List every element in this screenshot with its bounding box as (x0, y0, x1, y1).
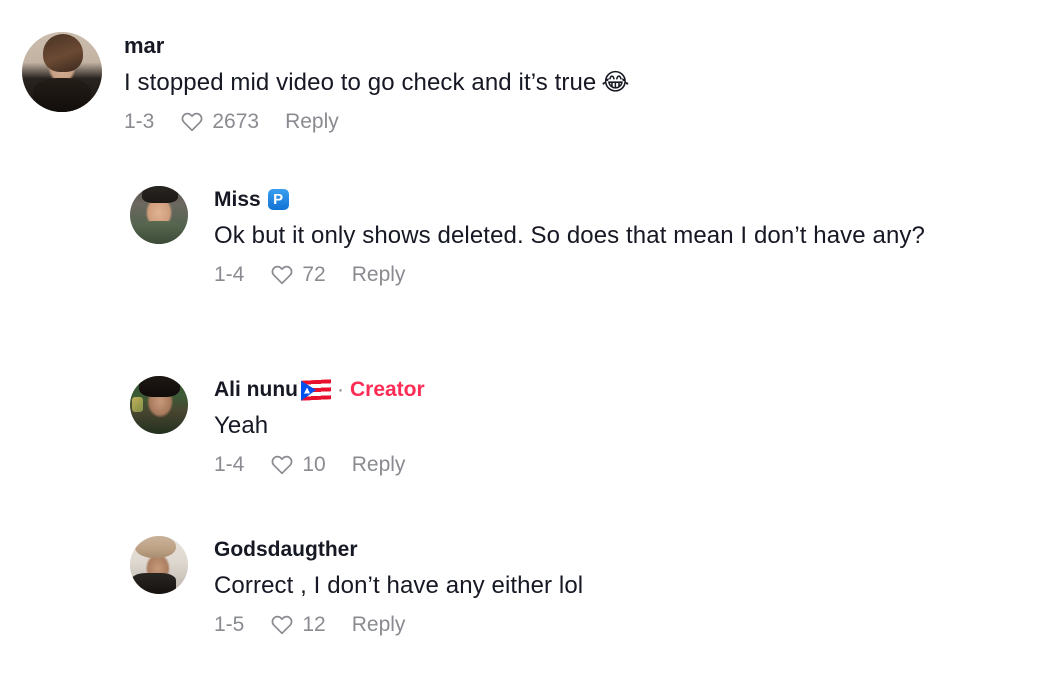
comment-text: I stopped mid video to go check and it’s… (124, 67, 630, 99)
like-count: 72 (302, 263, 326, 287)
creator-badge: Creator (349, 378, 425, 401)
comment-date: 1-4 (214, 263, 245, 287)
username: Ali nunu (214, 378, 298, 401)
heart-icon (270, 613, 294, 637)
reply-button[interactable]: Reply (285, 111, 339, 132)
comment-body: Miss P Ok but it only shows deleted. So … (214, 186, 925, 287)
comment-body: mar I stopped mid video to go check and … (124, 32, 630, 134)
comment-body: Godsdaugther Correct , I don’t have any … (214, 536, 583, 637)
username-row[interactable]: Ali nunu · Creator (214, 378, 425, 401)
p-button-emoji: P (267, 189, 289, 211)
avatar-image (130, 376, 188, 434)
username-row[interactable]: mar (124, 33, 630, 58)
comment-meta: 1-3 2673 Reply (124, 110, 630, 134)
comment-item-mar[interactable]: mar I stopped mid video to go check and … (22, 32, 630, 134)
comment-text: Correct , I don’t have any either lol (214, 572, 584, 600)
face-with-tears-of-joy-icon: 😂 (601, 68, 630, 97)
avatar-ali[interactable] (130, 376, 188, 434)
creator-separator: · (336, 378, 344, 401)
username: mar (124, 33, 165, 58)
comment-item-godsdaugther[interactable]: Godsdaugther Correct , I don’t have any … (130, 536, 583, 637)
comment-date: 1-4 (214, 453, 245, 477)
comment-date: 1-3 (124, 110, 155, 134)
avatar-godsdaugther[interactable] (130, 536, 188, 594)
reply-button[interactable]: Reply (352, 614, 406, 635)
reply-button[interactable]: Reply (352, 454, 406, 475)
comment-item-miss[interactable]: Miss P Ok but it only shows deleted. So … (130, 186, 925, 287)
like-count: 10 (302, 453, 326, 477)
comment-text: Yeah (214, 412, 269, 440)
comment-meta: 1-4 10 Reply (214, 453, 425, 477)
heart-icon (270, 263, 294, 287)
reply-button[interactable]: Reply (352, 264, 406, 285)
comment-thread: mar I stopped mid video to go check and … (0, 0, 1054, 680)
username-row[interactable]: Godsdaugther (214, 538, 583, 561)
like-button[interactable]: 10 (270, 453, 326, 477)
comment-date: 1-5 (214, 613, 245, 637)
avatar-image (130, 186, 188, 244)
comment-body: Ali nunu · Creator Yeah 1-4 10 Reply (214, 376, 425, 477)
avatar-miss[interactable] (130, 186, 188, 244)
like-count: 12 (302, 613, 326, 637)
username: Miss (214, 188, 261, 211)
comment-meta: 1-4 72 Reply (214, 263, 925, 287)
puerto-rico-flag-emoji (300, 378, 331, 401)
comment-meta: 1-5 12 Reply (214, 613, 583, 637)
username: Godsdaugther (214, 538, 358, 561)
avatar-mar[interactable] (22, 32, 102, 112)
avatar-image (130, 536, 188, 594)
like-button[interactable]: 72 (270, 263, 326, 287)
like-button[interactable]: 12 (270, 613, 326, 637)
heart-icon (270, 453, 294, 477)
like-count: 2673 (212, 110, 260, 134)
comment-text: Ok but it only shows deleted. So does th… (214, 222, 925, 250)
comment-item-ali-nunu[interactable]: Ali nunu · Creator Yeah 1-4 10 Reply (130, 376, 425, 477)
username-row[interactable]: Miss P (214, 188, 925, 211)
avatar-image (22, 32, 102, 112)
heart-icon (180, 110, 204, 134)
like-button[interactable]: 2673 (180, 110, 259, 134)
